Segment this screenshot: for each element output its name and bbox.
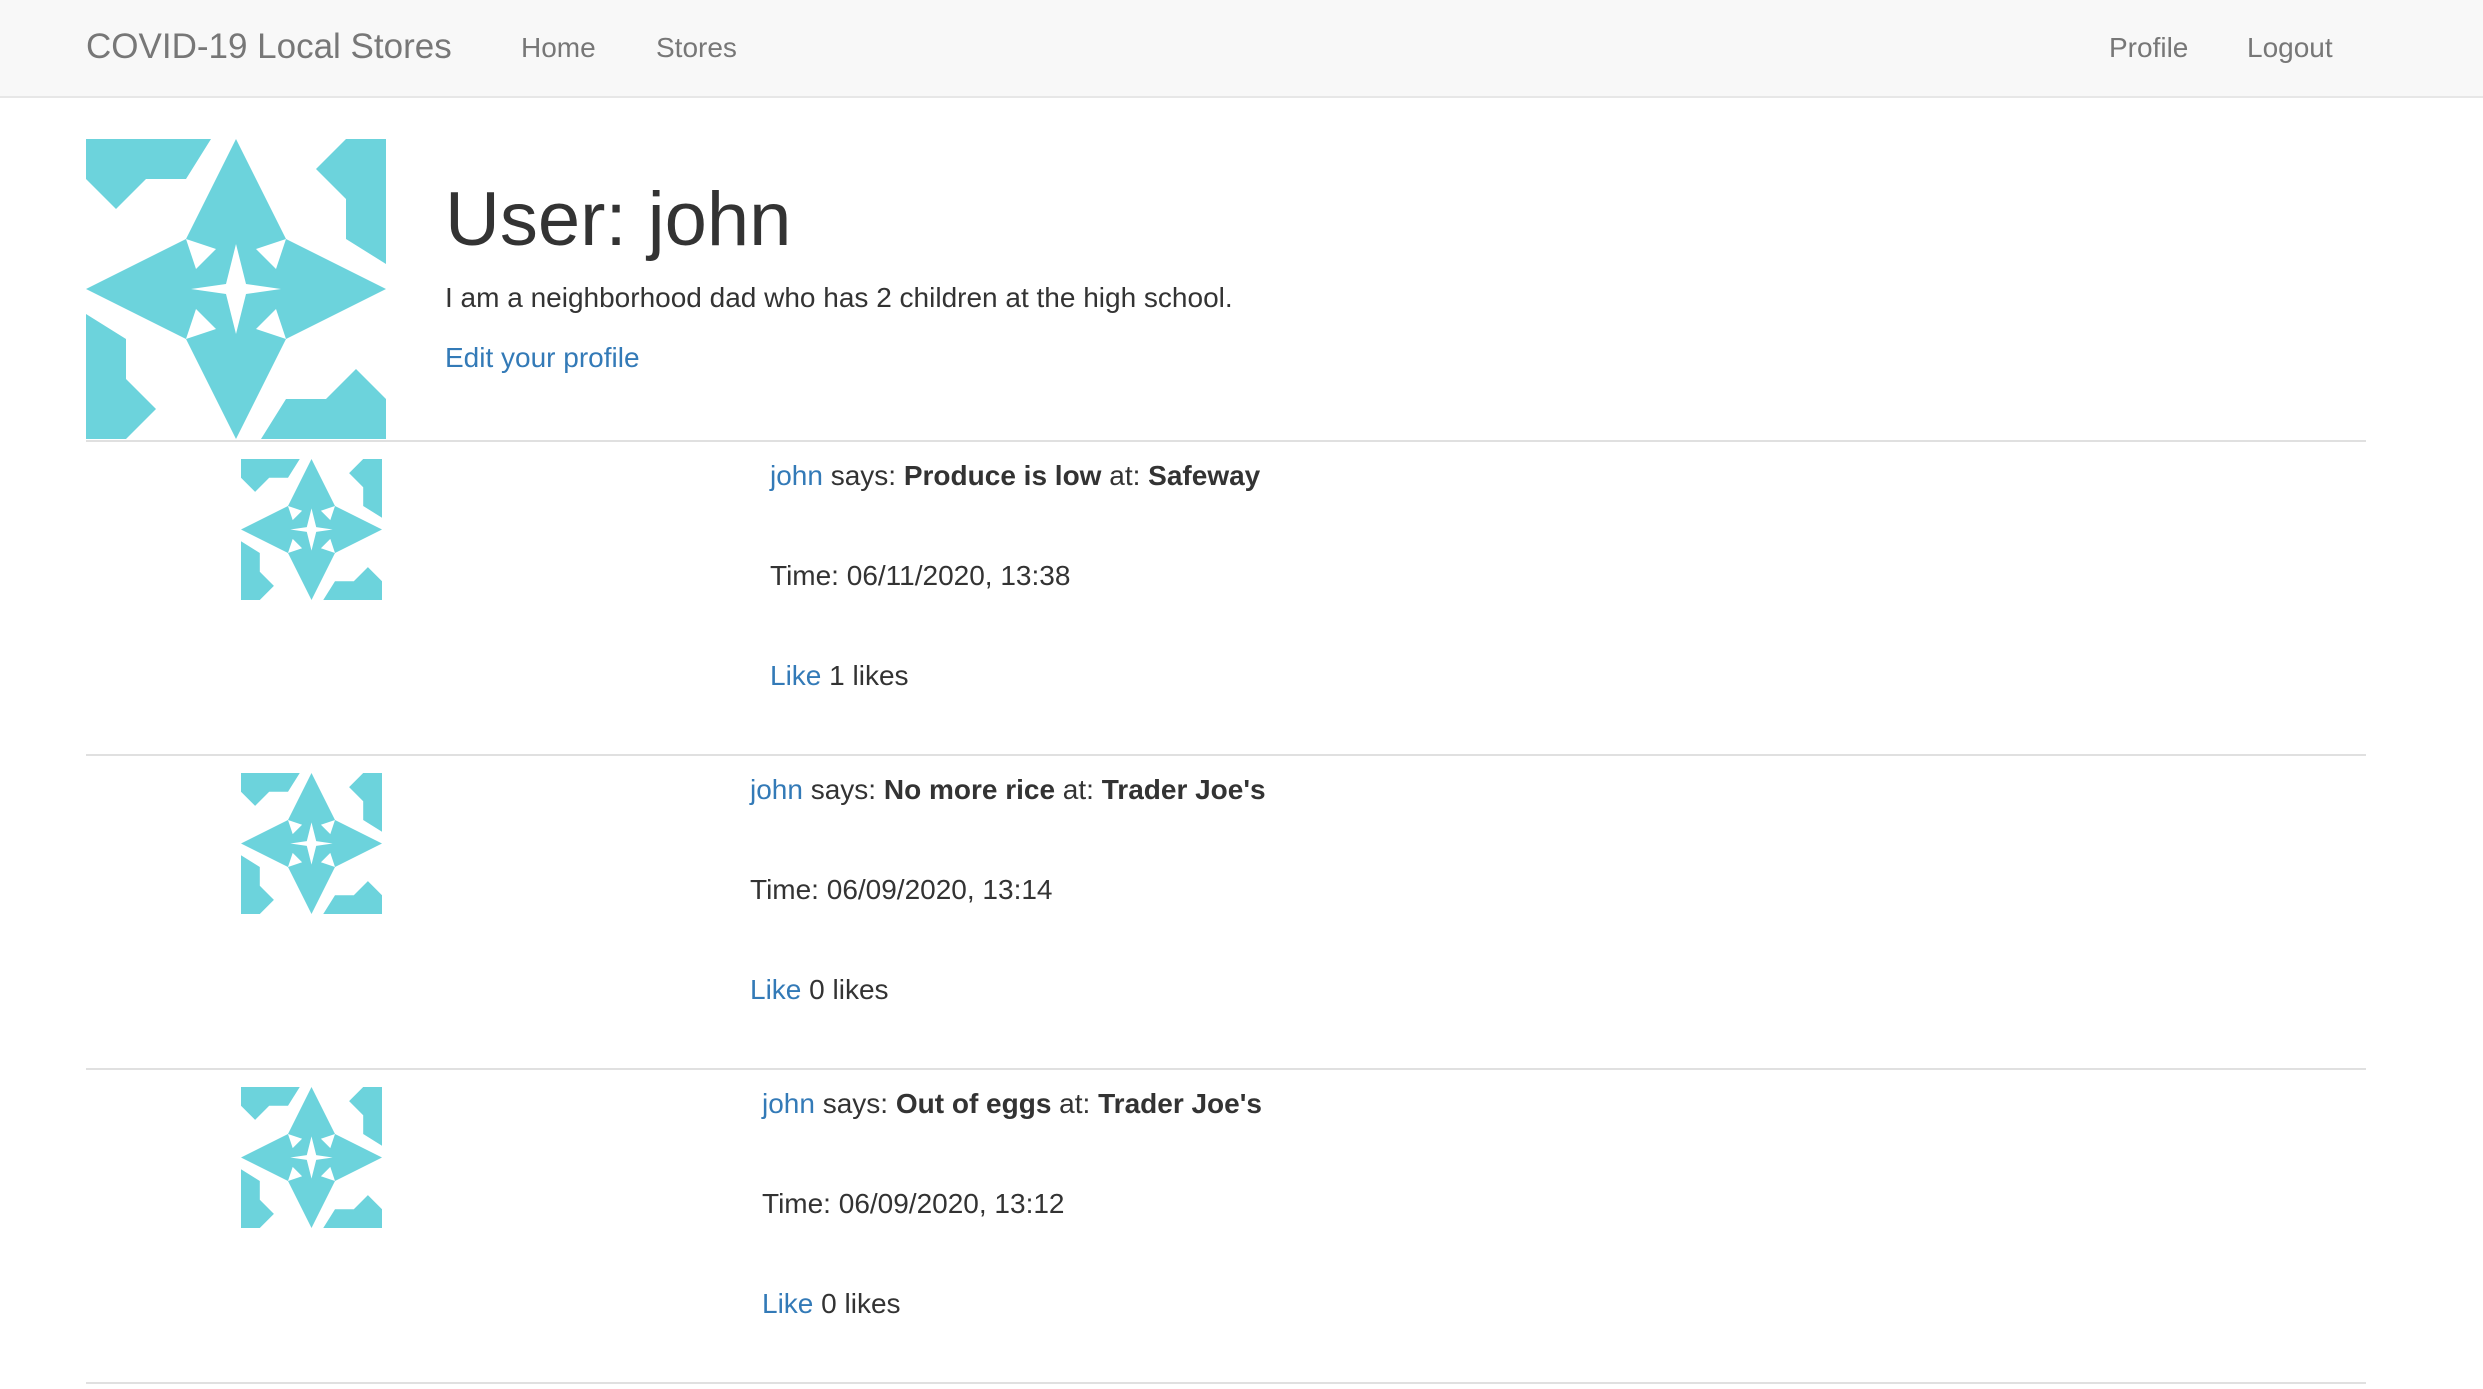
user-avatar	[86, 139, 386, 439]
post-store: Trader Joe's	[1101, 774, 1266, 805]
post-author-link[interactable]: john	[750, 774, 803, 805]
post-header: john says: Produce is low at: Safeway	[770, 458, 1260, 494]
page-title: User: john	[445, 177, 792, 262]
post-store: Trader Joe's	[1098, 1088, 1262, 1119]
like-button[interactable]: Like	[770, 660, 821, 691]
post-time: Time: 06/11/2020, 13:38	[770, 560, 1071, 591]
nav-home-link[interactable]: Home	[521, 30, 596, 66]
like-button[interactable]: Like	[750, 974, 801, 1005]
post-time: Time: 06/09/2020, 13:14	[750, 874, 1053, 905]
post-likes-row: Like 0 likes	[750, 972, 889, 1008]
like-count: 0 likes	[801, 974, 889, 1005]
post-at-label: at:	[1055, 774, 1102, 805]
nav-profile-link[interactable]: Profile	[2109, 30, 2188, 66]
post-says-label: says:	[814, 1088, 896, 1119]
post-at-label: at:	[1101, 460, 1149, 491]
top-navbar: COVID-19 Local Stores Home Stores Profil…	[0, 0, 2483, 98]
post-likes-row: Like 1 likes	[770, 658, 909, 694]
post-says-label: says:	[802, 774, 884, 805]
user-bio: I am a neighborhood dad who has 2 childr…	[445, 282, 1233, 313]
post-author-link[interactable]: john	[762, 1088, 815, 1119]
post-time: Time: 06/09/2020, 13:12	[762, 1188, 1065, 1219]
post-message: No more rice	[883, 774, 1056, 805]
post-header: john says: Out of eggs at: Trader Joe's	[762, 1086, 1262, 1122]
like-count: 1 likes	[821, 660, 909, 691]
post-message: Out of eggs	[895, 1088, 1052, 1119]
post-item: john says: Out of eggs at: Trader Joe's …	[86, 1070, 2366, 1382]
divider	[86, 1382, 2366, 1384]
post-avatar	[241, 1087, 382, 1228]
post-likes-row: Like 0 likes	[762, 1286, 901, 1322]
post-avatar	[241, 459, 382, 600]
brand-link[interactable]: COVID-19 Local Stores	[86, 24, 452, 70]
post-store: Safeway	[1148, 460, 1261, 491]
nav-logout-link[interactable]: Logout	[2247, 30, 2333, 66]
post-header: john says: No more rice at: Trader Joe's	[750, 772, 1266, 808]
post-avatar	[241, 773, 382, 914]
post-message: Produce is low	[903, 460, 1102, 491]
post-author-link[interactable]: john	[770, 460, 823, 491]
post-says-label: says:	[822, 460, 904, 491]
like-button[interactable]: Like	[762, 1288, 813, 1319]
nav-stores-link[interactable]: Stores	[656, 30, 737, 66]
like-count: 0 likes	[813, 1288, 901, 1319]
post-item: john says: No more rice at: Trader Joe's…	[86, 756, 2366, 1068]
edit-profile-link[interactable]: Edit your profile	[445, 340, 640, 376]
post-item: john says: Produce is low at: Safeway Ti…	[86, 442, 2366, 754]
post-at-label: at:	[1051, 1088, 1099, 1119]
